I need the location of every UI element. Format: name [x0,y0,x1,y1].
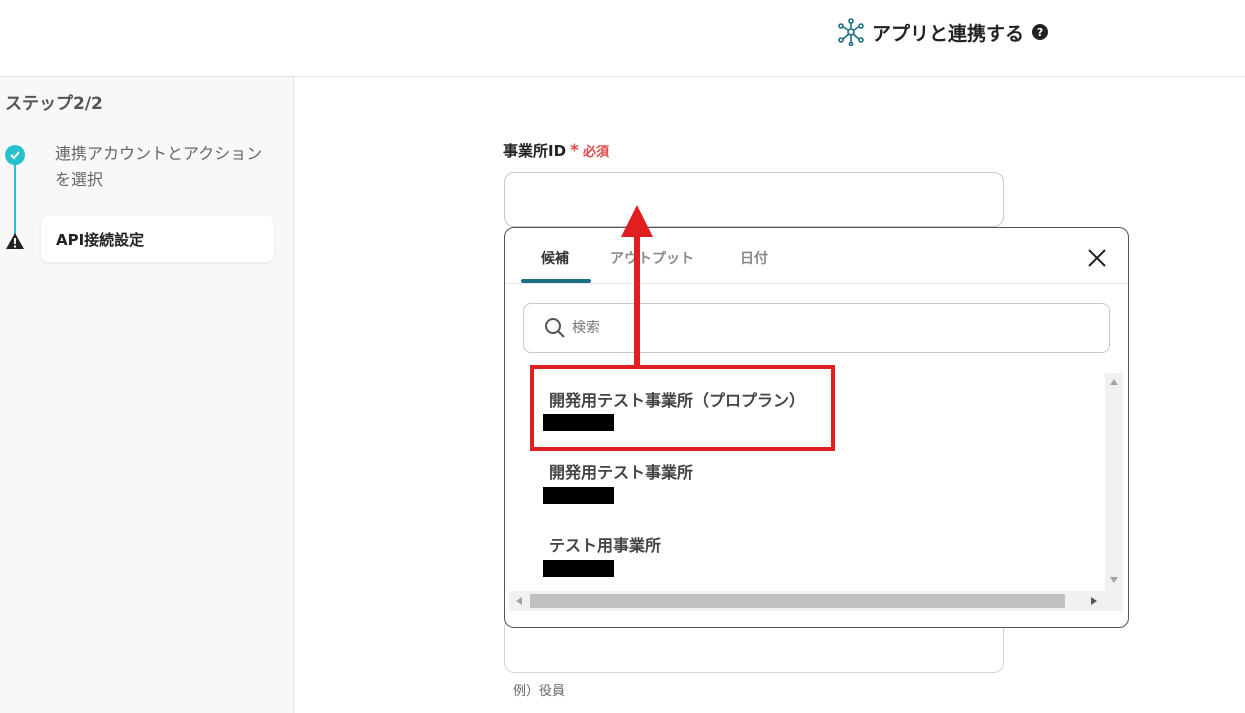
header: アプリと連携する ? [0,0,1245,77]
scroll-up-icon[interactable] [1110,379,1118,385]
required-mark: * [570,140,579,161]
search-input[interactable] [572,320,1072,336]
scroll-thumb[interactable] [530,594,1065,608]
header-title: アプリと連携する ? [838,17,1049,47]
office-id-input[interactable] [504,172,1004,227]
close-icon[interactable] [1085,246,1109,270]
annotation-arrow-shaft [634,232,640,366]
page-title: アプリと連携する [872,22,1025,45]
list-item[interactable]: テスト用事業所 [509,518,1105,590]
list-item-name: テスト用事業所 [549,536,662,555]
scroll-right-icon[interactable] [1091,597,1097,605]
redacted-id [543,487,614,504]
step-connector [14,157,16,235]
network-nodes-icon [838,18,864,46]
help-icon[interactable]: ? [1032,24,1049,40]
scroll-left-icon[interactable] [516,597,522,605]
check-circle-icon [5,145,25,165]
search-box [523,303,1110,353]
sidebar: ステップ2/2 連携アカウントとアクションを選択 API接続設定 [0,77,294,713]
horizontal-scrollbar[interactable] [509,591,1123,611]
annotation-highlight-box [530,365,835,451]
list-item-name: 開発用テスト事業所 [549,463,694,482]
step-item-api-settings[interactable]: API接続設定 [41,216,274,262]
input-hint: 例）役員 [513,684,566,699]
search-icon [545,318,565,338]
tab-candidates[interactable]: 候補 [541,248,569,268]
office-id-label: 事業所ID * 必須 [503,140,609,161]
required-text: 必須 [582,145,609,160]
step-title: ステップ2/2 [5,94,103,114]
step-item-account-action[interactable]: 連携アカウントとアクションを選択 [55,141,265,193]
tab-output[interactable]: アウトプット [610,248,694,268]
step-item-label: API接続設定 [56,230,145,249]
warning-triangle-icon [6,233,24,249]
scroll-down-icon[interactable] [1110,577,1118,583]
annotation-arrow-head [621,205,653,237]
active-tab-indicator [521,279,591,283]
tab-date[interactable]: 日付 [740,248,768,268]
popup-tabs: 候補 アウトプット 日付 [505,228,1128,284]
list-item[interactable]: 開発用テスト事業所 [509,445,1105,517]
field-label-text: 事業所ID [503,142,567,160]
redacted-id [543,560,614,577]
vertical-scrollbar[interactable] [1105,373,1123,591]
